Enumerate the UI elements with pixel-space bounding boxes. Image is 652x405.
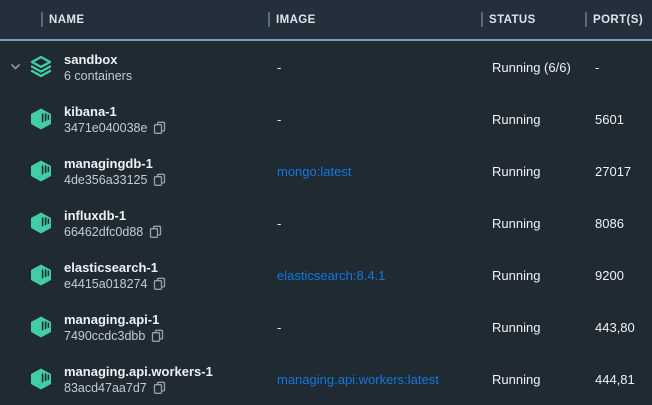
ports-text: 9200 [585, 268, 652, 283]
container-id: 6 containers [64, 69, 132, 83]
column-header-status: STATUS [481, 12, 585, 27]
status-text: Running (6/6) [481, 60, 585, 75]
name-cell: managing.api-1 7490ccdc3dbb [0, 312, 268, 343]
image-text: - [277, 60, 281, 75]
container-name: elasticsearch-1 [64, 260, 166, 275]
image-text[interactable]: elasticsearch:8.4.1 [277, 268, 385, 283]
ports-text: 443,80 [585, 320, 652, 335]
image-text: - [277, 112, 281, 127]
container-icon [28, 210, 54, 236]
name-block: sandbox 6 containers [64, 52, 132, 83]
container-id: 83acd47aa7d7 [64, 381, 147, 395]
container-icon [28, 106, 54, 132]
container-name: sandbox [64, 52, 132, 67]
column-header-ports-label: PORT(S) [593, 14, 643, 26]
table-body: sandbox 6 containers - Running (6/6) - [0, 41, 652, 405]
container-name: managing.api-1 [64, 312, 164, 327]
name-cell: managing.api.workers-1 83acd47aa7d7 [0, 364, 268, 395]
name-block: elasticsearch-1 e4415a018274 [64, 260, 166, 291]
image-text[interactable]: mongo:latest [277, 164, 351, 179]
name-block: influxdb-1 66462dfc0d88 [64, 208, 162, 239]
compose-stack-icon [28, 54, 54, 80]
image-cell: - [268, 112, 481, 127]
name-block: managing.api-1 7490ccdc3dbb [64, 312, 164, 343]
image-text: - [277, 320, 281, 335]
column-divider [268, 12, 270, 27]
status-text: Running [481, 320, 585, 335]
image-text[interactable]: managing.api.workers:latest [277, 372, 439, 387]
name-block: managingdb-1 4de356a33125 [64, 156, 166, 187]
table-row[interactable]: managingdb-1 4de356a33125 mongo:latest R… [0, 145, 652, 197]
container-name: influxdb-1 [64, 208, 162, 223]
container-icon [28, 314, 54, 340]
ports-text: 8086 [585, 216, 652, 231]
status-text: Running [481, 216, 585, 231]
copy-icon[interactable] [153, 121, 166, 135]
name-cell: kibana-1 3471e040038e [0, 104, 268, 135]
column-divider [585, 12, 587, 27]
image-text: - [277, 216, 281, 231]
name-cell: elasticsearch-1 e4415a018274 [0, 260, 268, 291]
container-icon [28, 262, 54, 288]
column-header-name-label: NAME [49, 14, 84, 26]
column-header-image: IMAGE [268, 12, 481, 27]
image-cell: managing.api.workers:latest [268, 372, 481, 387]
copy-icon[interactable] [153, 381, 166, 395]
table-header: NAME IMAGE STATUS PORT(S) [0, 0, 652, 41]
image-cell: - [268, 216, 481, 231]
chevron-down-icon[interactable] [10, 63, 26, 71]
containers-table: NAME IMAGE STATUS PORT(S) [0, 0, 652, 405]
container-name: kibana-1 [64, 104, 166, 119]
container-name: managingdb-1 [64, 156, 166, 171]
ports-text: 5601 [585, 112, 652, 127]
name-block: managing.api.workers-1 83acd47aa7d7 [64, 364, 213, 395]
table-row[interactable]: influxdb-1 66462dfc0d88 - Running 8086 [0, 197, 652, 249]
copy-icon[interactable] [153, 277, 166, 291]
container-id: 4de356a33125 [64, 173, 147, 187]
copy-icon[interactable] [151, 329, 164, 343]
status-text: Running [481, 112, 585, 127]
column-header-ports: PORT(S) [585, 12, 652, 27]
copy-icon[interactable] [153, 173, 166, 187]
container-id: 7490ccdc3dbb [64, 329, 145, 343]
column-divider [481, 12, 483, 27]
status-text: Running [481, 372, 585, 387]
name-cell: influxdb-1 66462dfc0d88 [0, 208, 268, 239]
ports-text: 27017 [585, 164, 652, 179]
image-cell: mongo:latest [268, 164, 481, 179]
name-cell: sandbox 6 containers [0, 52, 268, 83]
image-cell: - [268, 60, 481, 75]
copy-icon[interactable] [149, 225, 162, 239]
table-row[interactable]: managing.api.workers-1 83acd47aa7d7 mana… [0, 353, 652, 405]
image-cell: elasticsearch:8.4.1 [268, 268, 481, 283]
container-id: e4415a018274 [64, 277, 147, 291]
container-id: 66462dfc0d88 [64, 225, 143, 239]
container-name: managing.api.workers-1 [64, 364, 213, 379]
column-header-image-label: IMAGE [276, 14, 316, 26]
table-row[interactable]: managing.api-1 7490ccdc3dbb - Running 44… [0, 301, 652, 353]
ports-text: 444,81 [585, 372, 652, 387]
status-text: Running [481, 268, 585, 283]
column-header-status-label: STATUS [489, 14, 536, 26]
container-id: 3471e040038e [64, 121, 147, 135]
table-row[interactable]: kibana-1 3471e040038e - Running 5601 [0, 93, 652, 145]
table-row[interactable]: elasticsearch-1 e4415a018274 elasticsear… [0, 249, 652, 301]
name-block: kibana-1 3471e040038e [64, 104, 166, 135]
name-cell: managingdb-1 4de356a33125 [0, 156, 268, 187]
ports-text: - [585, 60, 652, 75]
image-cell: - [268, 320, 481, 335]
table-row[interactable]: sandbox 6 containers - Running (6/6) - [0, 41, 652, 93]
column-header-name: NAME [0, 12, 268, 27]
column-divider [41, 12, 43, 27]
container-icon [28, 158, 54, 184]
container-icon [28, 366, 54, 392]
status-text: Running [481, 164, 585, 179]
